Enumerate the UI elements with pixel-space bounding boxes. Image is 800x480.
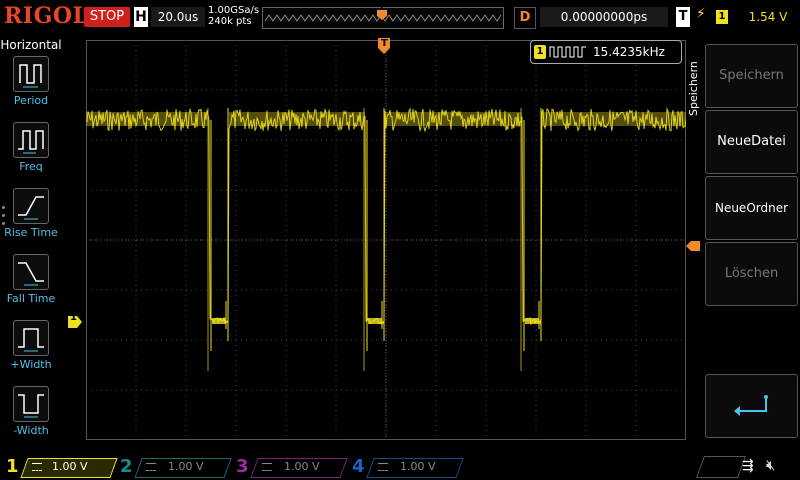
measure-freq-button[interactable]: Freq [0, 122, 62, 184]
channel-2-status[interactable]: 2 1.00 V [116, 456, 232, 478]
menu-page-dots [2, 206, 8, 230]
top-status-bar: RIGOL STOP H 20.0us 1.00GSa/s 240k pts T… [0, 0, 800, 36]
frequency-value: 15.4235kHz [593, 45, 665, 59]
freq-icon [13, 122, 49, 158]
new-folder-button[interactable]: NeueOrdner [705, 176, 798, 240]
channel-status-bar: 1 1.00 V 2 1.00 V 3 1.00 V 4 1.00 V [0, 452, 800, 480]
delay-label: D [514, 7, 536, 29]
measure-period-button[interactable]: Period [0, 56, 62, 118]
sample-rate: 1.00GSa/s [208, 5, 260, 16]
measure-rise-time-button[interactable]: Rise Time [0, 188, 62, 250]
trigger-time-marker[interactable]: T [378, 38, 390, 54]
channel-4-scale: 1.00 V [400, 460, 436, 473]
channel-3-scale: 1.00 V [284, 460, 320, 473]
timebase-value[interactable]: 20.0us [151, 7, 205, 27]
brand-logo: RIGOL [4, 3, 89, 29]
save-button[interactable]: Speichern [705, 44, 798, 108]
run-stop-indicator[interactable]: STOP [84, 7, 130, 27]
horizontal-measure-menu: Horizontal Period Freq Rise Time Fall Ti… [0, 36, 62, 450]
measure-fall-time-button[interactable]: Fall Time [0, 254, 62, 316]
dc-coupling-icon [262, 463, 272, 471]
enter-return-icon [734, 395, 768, 416]
bottom-strip-placeholder [695, 456, 747, 478]
new-file-button[interactable]: NeueDatei [705, 110, 798, 174]
rise-time-icon [13, 188, 49, 224]
period-icon [13, 56, 49, 92]
dc-coupling-icon [32, 463, 42, 471]
rise-time-label: Rise Time [4, 226, 58, 239]
trigger-position-marker: T [377, 3, 387, 20]
memory-overview-bar: T [262, 3, 504, 29]
left-menu-title: Horizontal [0, 38, 62, 52]
trigger-label: T [676, 7, 690, 27]
trigger-level-value[interactable]: 1.54 V [740, 7, 796, 27]
channel-1-scale: 1.00 V [52, 460, 88, 473]
neg-width-label: -Width [13, 424, 49, 437]
memory-depth: 240k pts [208, 16, 252, 27]
channel-4-status[interactable]: 4 1.00 V [348, 456, 464, 478]
waveform-display[interactable] [85, 40, 687, 440]
dc-coupling-icon [378, 463, 388, 471]
channel-3-status[interactable]: 3 1.00 V [232, 456, 348, 478]
neg-width-icon [13, 386, 49, 422]
channel-2-scale: 1.00 V [168, 460, 204, 473]
channel-1-offset-marker[interactable]: 1 [68, 312, 82, 328]
pos-width-label: +Width [10, 358, 52, 371]
fall-time-label: Fall Time [6, 292, 56, 305]
delete-button[interactable]: Löschen [705, 242, 798, 306]
fall-time-icon [13, 254, 49, 290]
usb-icon: ⇶ [742, 458, 754, 474]
enter-button[interactable] [705, 374, 798, 438]
measure-neg-width-button[interactable]: -Width [0, 386, 62, 448]
right-menu-title: Speichern [687, 61, 700, 116]
freq-label: Freq [19, 160, 43, 173]
period-label: Period [13, 94, 49, 107]
pos-width-icon [13, 320, 49, 356]
speaker-muted-icon: 🔇︎ [766, 456, 776, 474]
frequency-counter: 1 15.4235kHz [530, 40, 682, 64]
square-wave-icon [549, 46, 586, 58]
trigger-source-badge: 1 [716, 10, 728, 24]
horizontal-label: H [134, 7, 148, 27]
trigger-level-marker[interactable] [686, 236, 700, 251]
counter-channel-badge: 1 [534, 45, 546, 59]
dc-coupling-icon [146, 463, 156, 471]
acquisition-info: 1.00GSa/s 240k pts [208, 5, 259, 27]
trigger-delay-value[interactable]: 0.00000000ps [540, 7, 668, 27]
rising-edge-icon: ⚡ [696, 6, 706, 22]
measure-pos-width-button[interactable]: +Width [0, 320, 62, 382]
channel-1-status[interactable]: 1 1.00 V [0, 456, 118, 478]
graticule [85, 40, 687, 440]
